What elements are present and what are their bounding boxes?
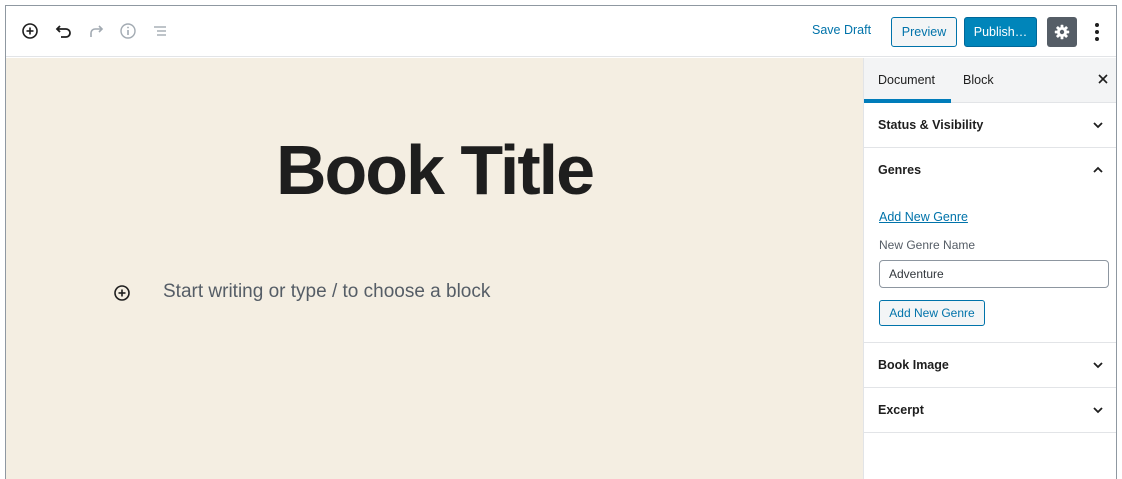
- panel-title: Genres: [878, 163, 922, 177]
- preview-button[interactable]: Preview: [891, 17, 957, 47]
- editor-window: Save Draft Preview Publish… Book Title S…: [5, 5, 1117, 479]
- undo-icon[interactable]: [53, 20, 75, 42]
- gear-icon: [1054, 24, 1070, 40]
- editor-canvas[interactable]: Book Title Start writing or type / to ch…: [6, 58, 863, 479]
- add-block-icon: [114, 285, 130, 301]
- panel-genres: Genres Add New Genre New Genre Name Adve…: [864, 148, 1116, 343]
- save-draft-button[interactable]: Save Draft: [812, 23, 871, 37]
- chevron-down-icon: [1093, 362, 1103, 369]
- info-icon[interactable]: [117, 20, 139, 42]
- tab-document[interactable]: Document: [878, 73, 935, 87]
- tab-block[interactable]: Block: [963, 73, 994, 87]
- settings-sidebar: Document Block Status & Visibility Genre…: [863, 58, 1116, 479]
- panel-excerpt: Excerpt: [864, 388, 1116, 433]
- close-sidebar-button[interactable]: [1096, 72, 1110, 86]
- genres-panel-body: Add New Genre New Genre Name Adventure A…: [864, 192, 1116, 342]
- add-new-genre-button[interactable]: Add New Genre: [879, 300, 985, 326]
- panel-title: Book Image: [878, 358, 949, 372]
- publish-button[interactable]: Publish…: [964, 17, 1037, 47]
- chevron-down-icon: [1093, 122, 1103, 129]
- chevron-up-icon: [1093, 166, 1103, 173]
- panel-book-image: Book Image: [864, 343, 1116, 388]
- new-genre-name-label: New Genre Name: [879, 238, 976, 252]
- block-placeholder[interactable]: Start writing or type / to choose a bloc…: [163, 281, 490, 303]
- panel-status-visibility: Status & Visibility: [864, 103, 1116, 148]
- new-genre-name-input[interactable]: Adventure: [879, 260, 1109, 288]
- settings-button[interactable]: [1047, 17, 1077, 47]
- editor-toolbar: Save Draft Preview Publish…: [6, 6, 1116, 57]
- add-new-genre-link[interactable]: Add New Genre: [879, 210, 968, 224]
- panel-title: Status & Visibility: [878, 118, 984, 132]
- close-icon: [1098, 74, 1108, 84]
- post-title[interactable]: Book Title: [6, 130, 863, 210]
- sidebar-tabs: Document Block: [864, 58, 1116, 103]
- panel-toggle-excerpt[interactable]: Excerpt: [864, 388, 1116, 432]
- block-inserter-button[interactable]: [112, 283, 132, 303]
- outline-icon[interactable]: [149, 20, 171, 42]
- more-vertical-icon: [1095, 23, 1099, 41]
- add-block-icon[interactable]: [19, 20, 41, 42]
- more-options-button[interactable]: [1090, 19, 1104, 45]
- panel-toggle-genres[interactable]: Genres: [864, 148, 1116, 192]
- chevron-down-icon: [1093, 407, 1103, 414]
- panel-toggle-book-image[interactable]: Book Image: [864, 343, 1116, 387]
- redo-icon[interactable]: [85, 20, 107, 42]
- panel-toggle-status-visibility[interactable]: Status & Visibility: [864, 103, 1116, 147]
- panel-title: Excerpt: [878, 403, 924, 417]
